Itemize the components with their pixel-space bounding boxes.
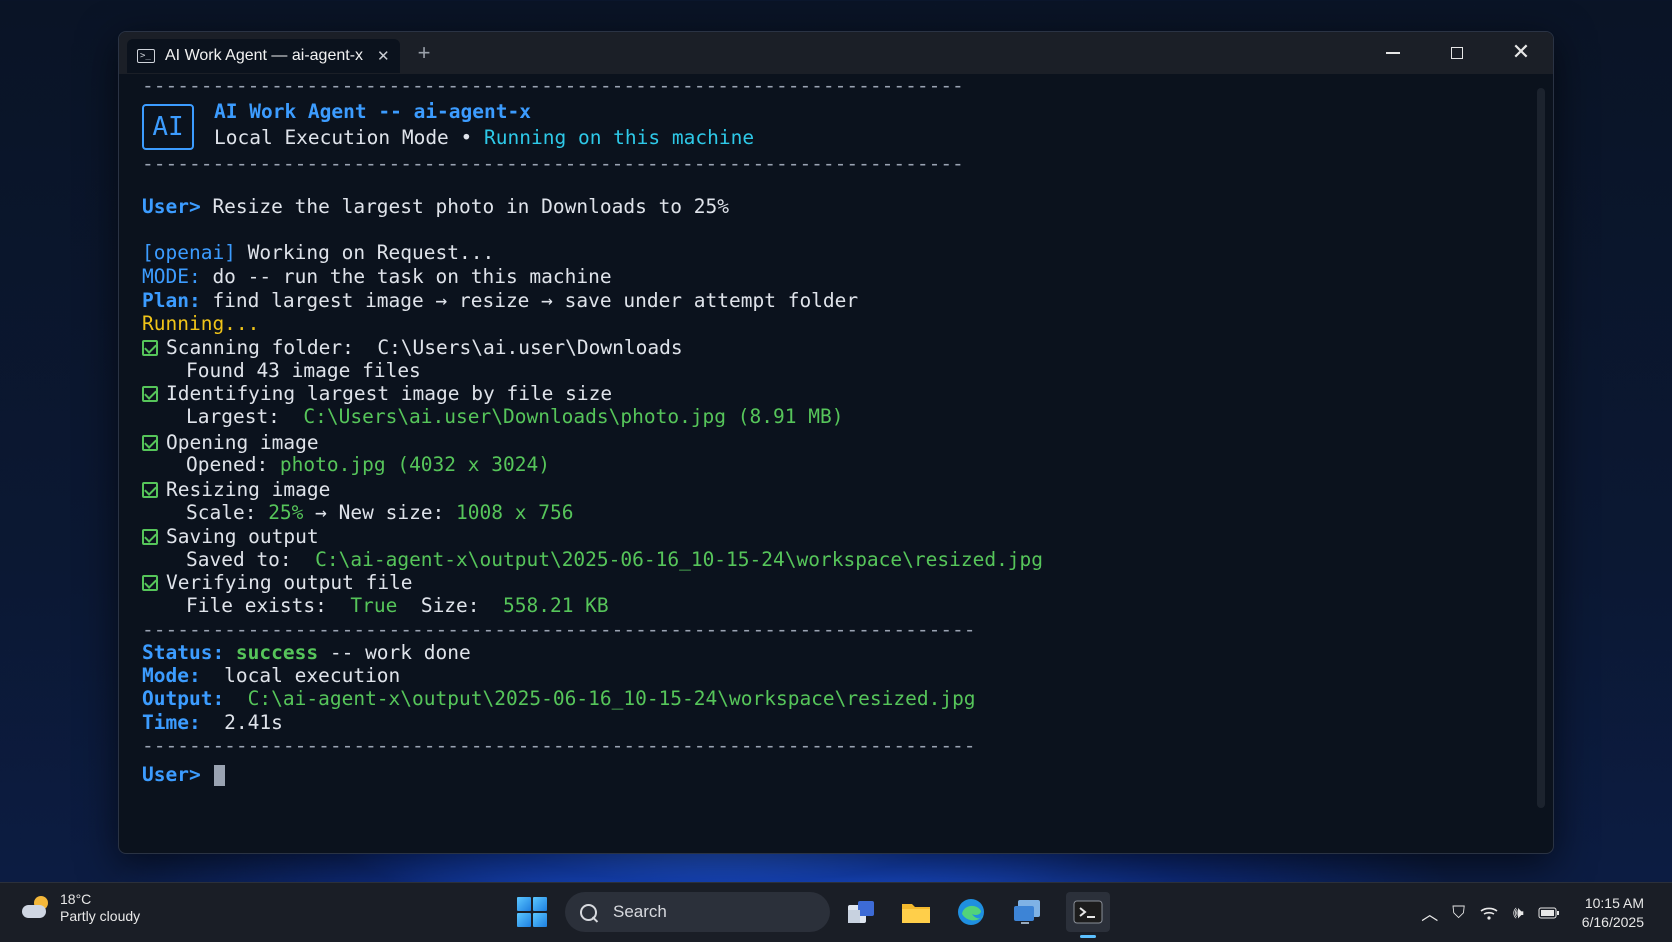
banner-title: AI Work Agent -- ai-agent-x bbox=[214, 100, 531, 123]
step-row: Saving output bbox=[142, 525, 319, 549]
checkbox-icon bbox=[142, 482, 158, 498]
maximize-button[interactable] bbox=[1425, 32, 1489, 74]
weather-widget[interactable]: 18°C Partly cloudy bbox=[22, 891, 140, 925]
close-button[interactable]: ✕ bbox=[1489, 32, 1553, 74]
text-cursor bbox=[214, 765, 226, 786]
summary-output: Output: C:\ai-agent-x\output\2025-06-16_… bbox=[142, 687, 976, 710]
checkbox-icon bbox=[142, 575, 158, 591]
title-bar[interactable]: >_ AI Work Agent — ai-agent-x ✕ + ✕ bbox=[119, 32, 1553, 74]
clock-time: 10:15 AM bbox=[1584, 894, 1644, 911]
taskbar: 18°C Partly cloudy Search ︿ ⛉ 🕪 10:15 AM… bbox=[0, 882, 1672, 942]
terminal-taskbar-icon bbox=[1073, 900, 1103, 924]
new-tab-button[interactable]: + bbox=[418, 40, 431, 66]
step-row: Verifying output file bbox=[142, 571, 413, 595]
volume-icon[interactable]: 🕪 bbox=[1513, 903, 1524, 923]
step-detail: Saved to: C:\ai-agent-x\output\2025-06-1… bbox=[186, 548, 1044, 571]
banner-rule-bottom: ----------------------------------------… bbox=[142, 152, 964, 175]
scrollbar[interactable] bbox=[1537, 88, 1545, 808]
minimize-icon bbox=[1386, 52, 1400, 54]
close-icon: ✕ bbox=[1511, 40, 1531, 65]
ai-logo: AI bbox=[142, 104, 194, 150]
partly-cloudy-icon bbox=[22, 896, 50, 920]
tab-close-icon[interactable]: ✕ bbox=[377, 47, 390, 65]
start-button[interactable] bbox=[517, 897, 547, 927]
edge-icon bbox=[958, 899, 984, 925]
minimize-button[interactable] bbox=[1361, 32, 1425, 74]
step-detail: Opened: photo.jpg (4032 x 3024) bbox=[186, 453, 550, 476]
summary-rule-bottom: ----------------------------------------… bbox=[142, 734, 976, 757]
tab-title: AI Work Agent — ai-agent-x bbox=[165, 47, 364, 64]
command-prompt[interactable]: User> bbox=[142, 763, 226, 787]
step-detail: Scale: 25% → New size: 1008 x 756 bbox=[186, 501, 574, 524]
terminal-app[interactable] bbox=[1066, 892, 1110, 938]
terminal-window: >_ AI Work Agent — ai-agent-x ✕ + ✕ ----… bbox=[118, 31, 1554, 854]
summary-mode: Mode: local execution bbox=[142, 664, 401, 687]
vpn-icon[interactable]: ⛉ bbox=[1452, 903, 1465, 923]
checkbox-icon bbox=[142, 386, 158, 402]
user-request: User> Resize the largest photo in Downlo… bbox=[142, 195, 730, 218]
step-detail: Largest: C:\Users\ai.user\Downloads\phot… bbox=[186, 405, 844, 428]
file-explorer-app[interactable] bbox=[898, 894, 934, 930]
battery-icon[interactable] bbox=[1538, 907, 1560, 919]
terminal-icon: >_ bbox=[137, 49, 155, 63]
provider-line: [openai] Working on Request... bbox=[142, 241, 495, 264]
checkbox-icon bbox=[142, 435, 158, 451]
step-row: Scanning folder: C:\Users\ai.user\Downlo… bbox=[142, 336, 683, 360]
chevron-up-icon[interactable]: ︿ bbox=[1421, 900, 1438, 925]
monitor-icon bbox=[1014, 900, 1040, 924]
banner-mode: Local Execution Mode • Running on this m… bbox=[214, 126, 755, 149]
clock-date: 6/16/2025 bbox=[1581, 913, 1644, 930]
edge-app[interactable] bbox=[953, 894, 989, 930]
search-box[interactable]: Search bbox=[565, 892, 830, 932]
search-icon bbox=[580, 903, 597, 921]
folder-icon bbox=[902, 904, 930, 923]
active-indicator bbox=[1080, 935, 1096, 938]
maximize-icon bbox=[1451, 47, 1463, 59]
step-detail: File exists: True Size: 558.21 KB bbox=[186, 594, 609, 617]
step-row: Opening image bbox=[142, 431, 319, 455]
checkbox-icon bbox=[142, 340, 158, 356]
summary-rule-top: ----------------------------------------… bbox=[142, 618, 976, 641]
system-tray: ︿ ⛉ 🕪 10:15 AM 6/16/2025 bbox=[1421, 883, 1672, 942]
running-line: Running... bbox=[142, 312, 260, 335]
weather-temp: 18°C bbox=[60, 891, 92, 907]
weather-desc: Partly cloudy bbox=[60, 908, 141, 924]
step-row: Resizing image bbox=[142, 478, 330, 502]
search-label: Search bbox=[613, 902, 667, 921]
clock[interactable]: 10:15 AM 6/16/2025 bbox=[1582, 894, 1644, 932]
step-row: Identifying largest image by file size bbox=[142, 382, 612, 406]
step-detail: Found 43 image files bbox=[186, 359, 421, 382]
mode-line: MODE: do -- run the task on this machine bbox=[142, 265, 612, 288]
wifi-icon[interactable] bbox=[1479, 905, 1499, 921]
remote-desktop-app[interactable] bbox=[1009, 894, 1045, 930]
terminal-output[interactable]: ----------------------------------------… bbox=[119, 74, 1553, 853]
tab-active[interactable]: >_ AI Work Agent — ai-agent-x ✕ bbox=[127, 39, 400, 73]
checkbox-icon bbox=[142, 529, 158, 545]
teams-icon bbox=[848, 901, 874, 923]
banner-rule-top: ----------------------------------------… bbox=[142, 74, 964, 97]
teams-app[interactable] bbox=[843, 894, 879, 930]
plan-line: Plan: find largest image → resize → save… bbox=[142, 289, 859, 312]
summary-time: Time: 2.41s bbox=[142, 711, 283, 734]
summary-status: Status: success -- work done bbox=[142, 641, 471, 664]
